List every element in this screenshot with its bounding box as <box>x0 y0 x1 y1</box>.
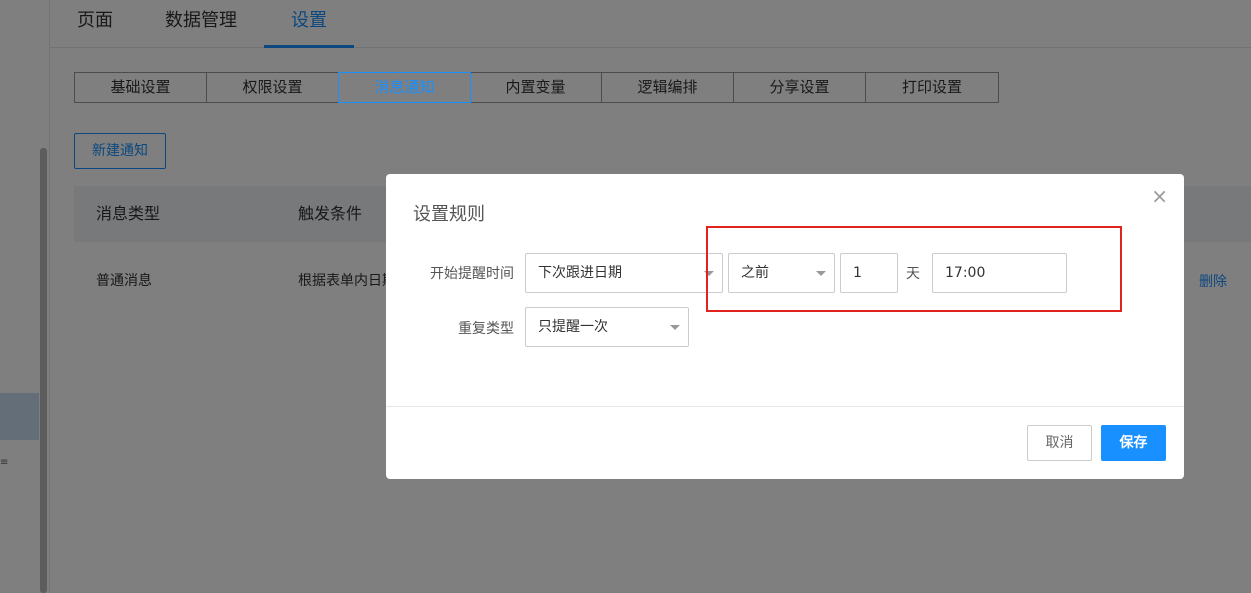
relation-select[interactable]: 之前 <box>728 253 835 293</box>
date-field-select[interactable]: 下次跟进日期 <box>525 253 723 293</box>
days-value: 1 <box>853 265 862 281</box>
start-time-label: 开始提醒时间 <box>430 266 514 282</box>
dialog-divider <box>386 406 1184 407</box>
date-field-value: 下次跟进日期 <box>538 265 622 281</box>
subtab-message-notification[interactable]: 消息通知 <box>338 72 471 103</box>
repeat-type-value: 只提醒一次 <box>538 319 608 335</box>
cancel-button[interactable]: 取消 <box>1027 425 1092 461</box>
dialog-title: 设置规则 <box>413 204 485 225</box>
chevron-down-icon <box>670 325 680 330</box>
chevron-down-icon <box>704 271 714 276</box>
repeat-type-label: 重复类型 <box>458 321 514 337</box>
time-value: 17:00 <box>945 265 986 281</box>
time-input[interactable]: 17:00 <box>932 253 1067 293</box>
close-icon[interactable]: × <box>1151 184 1168 208</box>
save-button[interactable]: 保存 <box>1101 425 1166 461</box>
day-unit-label: 天 <box>906 266 920 282</box>
repeat-type-select[interactable]: 只提醒一次 <box>525 307 689 347</box>
days-input[interactable]: 1 <box>840 253 898 293</box>
set-rule-dialog: 设置规则 × 开始提醒时间 下次跟进日期 之前 1 天 17:00 重复类型 只… <box>386 174 1184 479</box>
relation-value: 之前 <box>741 265 769 281</box>
chevron-down-icon <box>816 271 826 276</box>
